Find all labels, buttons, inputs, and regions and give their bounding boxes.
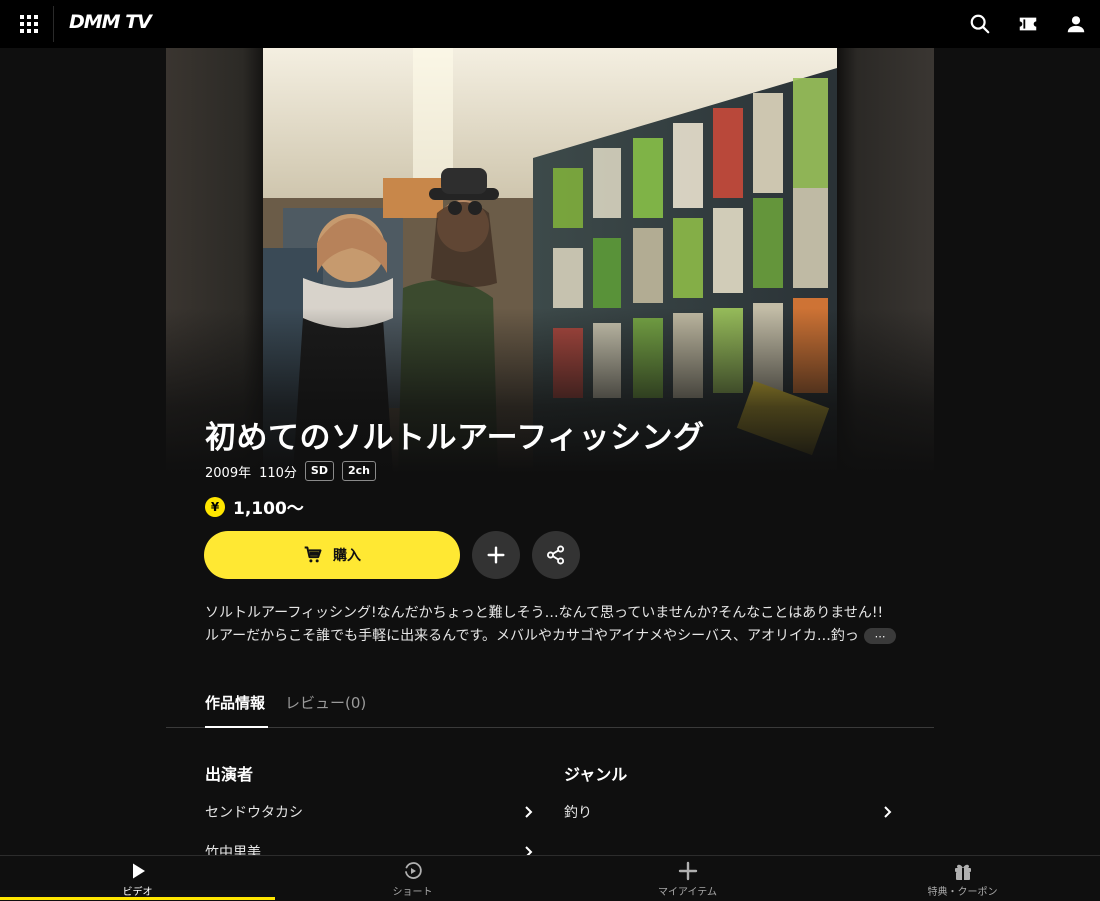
tab-review[interactable]: レビュー(0) [285, 692, 366, 713]
add-to-list-button[interactable] [472, 531, 520, 579]
dmm-tv-logo[interactable]: DMM TV [69, 11, 152, 33]
header-divider [53, 6, 54, 42]
search-icon[interactable] [966, 10, 994, 38]
chevron-right-icon [884, 806, 892, 818]
cast-section-title: 出演者 [205, 765, 254, 784]
nav-short-label: ショート [392, 887, 433, 898]
page-title: 初めてのソルトルアーフィッシング [205, 420, 705, 456]
nav-my-items-label: マイアイテム [658, 887, 717, 898]
duration: 110分 [259, 465, 297, 481]
genre-section-title: ジャンル [564, 765, 628, 784]
ticket-icon[interactable] [1014, 10, 1042, 38]
active-tab-indicator [205, 726, 268, 728]
description-line-1: ソルトルアーフィッシング!なんだかちょっと難しそう…なんて思っていませんか?そん… [205, 605, 884, 621]
release-year: 2009年 [205, 465, 252, 481]
yen-coin-icon: ¥ [205, 496, 225, 517]
nav-video[interactable]: ビデオ [0, 856, 275, 901]
nav-perks[interactable]: 特典・クーポン [825, 856, 1100, 901]
buy-button[interactable]: 購入 [204, 531, 460, 579]
detail-tabs: 作品情報 レビュー(0) [166, 686, 934, 728]
nav-perks-label: 特典・クーポン [927, 887, 998, 898]
price: ¥ 1,100〜 [205, 494, 304, 519]
bottom-nav: ビデオ ショート マイアイテム 特典・クーポン [0, 855, 1100, 900]
tab-info[interactable]: 作品情報 [205, 692, 265, 713]
nav-short[interactable]: ショート [275, 856, 550, 901]
menu-grid-icon[interactable] [6, 2, 52, 46]
audio-badge: 2ch [341, 461, 376, 481]
plus-icon [487, 546, 505, 564]
short-video-icon [404, 862, 422, 879]
user-icon[interactable] [1062, 10, 1090, 38]
top-header: DMM TV [0, 0, 1100, 48]
buy-button-label: 購入 [333, 548, 361, 564]
share-button[interactable] [532, 531, 580, 579]
quality-badge: SD [304, 461, 334, 481]
genre-item[interactable]: 釣り [564, 797, 894, 827]
gift-icon [954, 864, 971, 880]
nav-video-label: ビデオ [122, 887, 153, 898]
plus-icon [678, 861, 697, 881]
cast-item[interactable]: センドウタカシ [205, 797, 535, 827]
share-icon [547, 545, 565, 565]
cast-item-name: センドウタカシ [205, 805, 303, 821]
cart-icon [304, 546, 322, 563]
price-value: 1,100〜 [233, 499, 304, 519]
description-line-2: ルアーだからこそ誰でも手軽に出来るんです。メバルやカサゴやアイナメやシーバス、ア… [205, 628, 859, 644]
title-meta: 2009年 110分 SD 2ch [205, 461, 376, 481]
chevron-right-icon [525, 806, 533, 818]
nav-my-items[interactable]: マイアイテム [550, 856, 825, 901]
expand-description-button[interactable]: ⋯ [864, 628, 896, 644]
play-icon [132, 863, 145, 879]
description: ソルトルアーフィッシング!なんだかちょっと難しそう…なんて思っていませんか?そん… [205, 602, 905, 648]
genre-item-name: 釣り [564, 805, 592, 821]
hero-image [166, 48, 934, 473]
